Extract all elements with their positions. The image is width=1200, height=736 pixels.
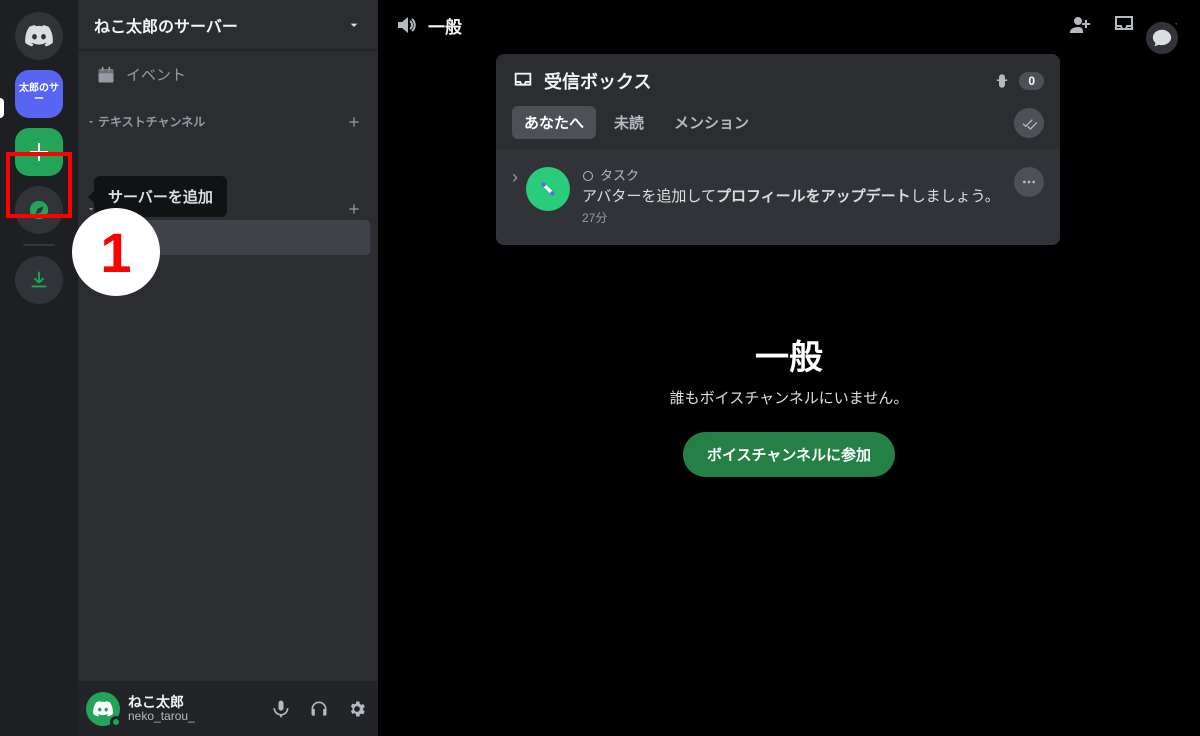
inbox-title-text: 受信ボックス — [544, 68, 651, 94]
compass-icon — [28, 199, 50, 221]
user-tag: neko_tarou_ — [128, 710, 195, 724]
server-name: ねこ太郎のサーバー — [94, 13, 238, 37]
user-panel: ねこ太郎 neko_tarou_ — [78, 681, 378, 736]
inbox-mark-done-button[interactable] — [1014, 108, 1044, 138]
inbox-item[interactable]: › タスク アバターを追加してプロフィールをアップデートしましょう。 27分 — [512, 161, 1044, 233]
person-add-icon — [1068, 13, 1092, 37]
join-voice-button[interactable]: ボイスチャンネルに参加 — [683, 432, 895, 477]
events-label: イベント — [126, 64, 186, 85]
annotation-step-badge: 1 — [72, 208, 160, 296]
discord-icon — [93, 701, 113, 717]
plus-icon — [27, 140, 51, 164]
speech-bubble-icon — [1151, 27, 1173, 49]
headphones-icon — [309, 699, 329, 719]
microphone-icon — [271, 699, 291, 719]
inbox-icon — [512, 70, 534, 92]
inbox-item-text: アバターを追加してプロフィールをアップデートしましょう。 — [582, 186, 1002, 208]
discord-icon — [25, 25, 53, 47]
inbox-button[interactable] — [1108, 9, 1140, 41]
inbox-tab-unread[interactable]: 未読 — [602, 106, 656, 139]
speaker-icon — [394, 13, 418, 37]
category-text-channels[interactable]: テキストチャンネル — [78, 101, 378, 132]
chevron-down-icon — [346, 17, 362, 33]
voice-empty-subtitle: 誰もボイスチャンネルにいません。 — [670, 387, 909, 408]
gear-icon — [347, 699, 367, 719]
deafen-button[interactable] — [306, 696, 332, 722]
plus-icon[interactable] — [346, 114, 362, 130]
channel-title-text: 一般 — [428, 13, 462, 38]
rail-divider — [23, 244, 55, 246]
voice-channel-title: 一般 — [755, 330, 823, 379]
server-icon[interactable]: 太郎のサー — [15, 70, 63, 118]
category-label: テキストチャンネル — [98, 113, 205, 130]
drag-handle-icon: › — [512, 167, 518, 188]
events-row[interactable]: イベント — [86, 54, 370, 95]
explore-servers-button[interactable] — [15, 186, 63, 234]
chevron-down-icon — [86, 117, 96, 127]
channel-sidebar: ねこ太郎のサーバー イベント テキストチャンネル ャンネル 一般 — [78, 0, 378, 736]
add-friends-button[interactable] — [1064, 9, 1096, 41]
channel-top-bar: 一般 — [378, 0, 1200, 50]
home-button[interactable] — [15, 12, 63, 60]
inbox-item-label: タスク — [600, 167, 639, 186]
inbox-icon — [1112, 13, 1136, 37]
inbox-tab-foryou[interactable]: あなたへ — [512, 106, 596, 139]
inbox-count: 0 — [1019, 72, 1044, 90]
inbox-item-more-button[interactable] — [1014, 167, 1044, 197]
user-avatar[interactable] — [86, 692, 120, 726]
active-server-indicator — [0, 98, 4, 118]
circle-icon — [582, 170, 594, 182]
mentions-icon — [993, 72, 1011, 90]
username: ねこ太郎 — [128, 694, 195, 710]
status-dot — [110, 716, 122, 728]
inbox-popover: 受信ボックス 0 あなたへ 未読 メンション — [496, 54, 1060, 245]
plus-icon[interactable] — [346, 201, 362, 217]
server-rail: 太郎のサー — [0, 0, 78, 736]
double-check-icon — [1021, 115, 1037, 131]
user-info[interactable]: ねこ太郎 neko_tarou_ — [128, 694, 195, 724]
inbox-item-time: 27分 — [582, 210, 1002, 227]
download-icon — [28, 269, 50, 291]
download-apps-button[interactable] — [15, 256, 63, 304]
server-header[interactable]: ねこ太郎のサーバー — [78, 0, 378, 50]
mute-button[interactable] — [268, 696, 294, 722]
ellipsis-icon — [1021, 174, 1037, 190]
main-content: 一般 受信ボックス — [378, 0, 1200, 736]
calendar-icon — [96, 65, 116, 85]
add-server-button[interactable] — [15, 128, 63, 176]
inbox-tab-mentions[interactable]: メンション — [662, 106, 761, 139]
task-avatar-icon — [526, 167, 570, 211]
settings-button[interactable] — [344, 696, 370, 722]
open-chat-button[interactable] — [1142, 18, 1182, 58]
